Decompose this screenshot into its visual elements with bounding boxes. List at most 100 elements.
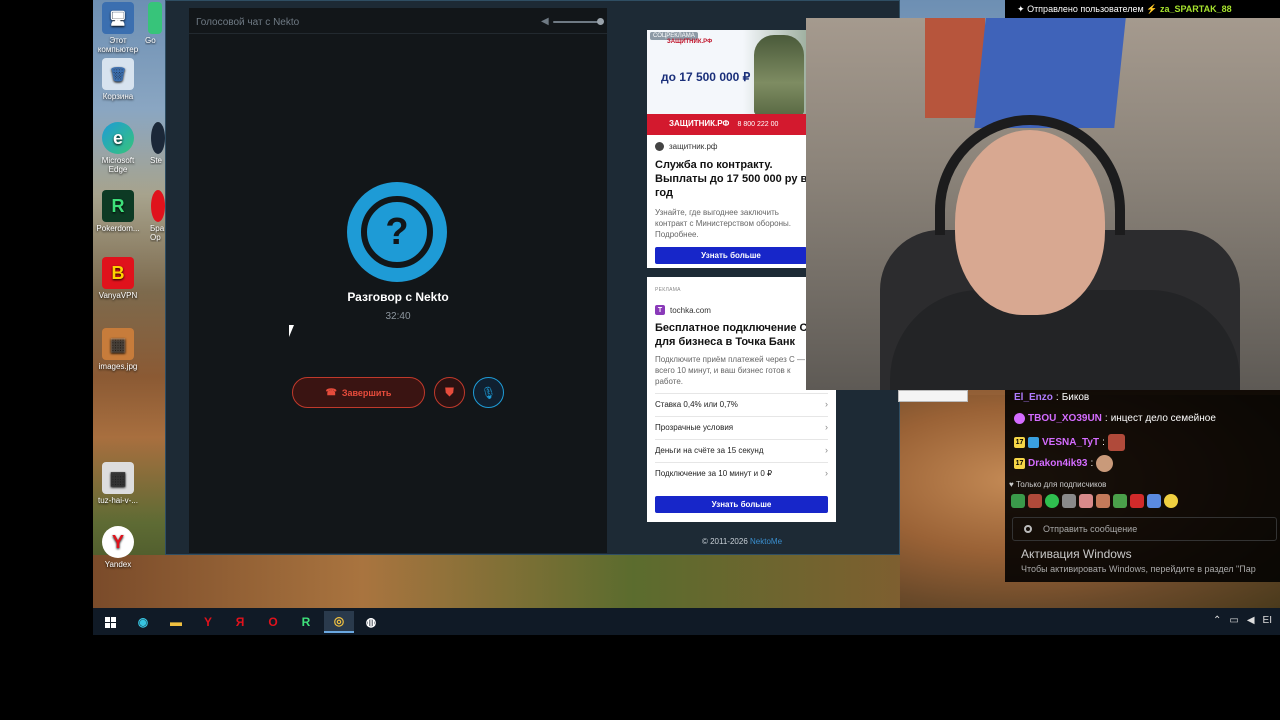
emote-icon[interactable]: [1028, 494, 1042, 508]
desktop-icon-yandex[interactable]: Y Yandex: [92, 526, 144, 569]
chat-message: 17 Drakon4ik93:: [1014, 455, 1114, 472]
chevron-right-icon: ›: [825, 445, 828, 455]
subs-only-notice: ♥ Только для подписчиков: [1009, 480, 1106, 489]
taskbar-yandex-browser[interactable]: Y: [193, 611, 223, 633]
computer-icon: 🖥: [102, 2, 134, 34]
desktop-icon-partial-2[interactable]: Ste: [150, 122, 165, 165]
lightning-icon: ⚡: [1146, 4, 1158, 14]
emote-icon[interactable]: [1130, 494, 1144, 508]
taskbar-explorer[interactable]: ▬: [161, 611, 191, 633]
desktop-icon-label: Бра Op: [150, 224, 165, 242]
ad-domain-text: tochka.com: [670, 305, 711, 315]
phone-hangup-icon: ☎: [325, 387, 337, 397]
volume-slider-handle[interactable]: [597, 18, 604, 25]
chat-input-placeholder: Отправить сообщение: [1043, 524, 1138, 534]
call-timer: 32:40: [385, 311, 411, 322]
ad-row-label: Подключение за 10 минут и 0 ₽: [655, 469, 773, 478]
emote-icon[interactable]: [1079, 494, 1093, 508]
desktop-icon-label: Go: [145, 36, 156, 45]
ad-learn-more-button[interactable]: Узнать больше: [655, 496, 828, 513]
desktop-icon-label: Microsoft Edge: [101, 156, 135, 174]
emote-icon[interactable]: [1113, 494, 1127, 508]
chat-colon: :: [1104, 413, 1108, 424]
ad-headline[interactable]: Бесплатное подключение С для бизнеса в Т…: [655, 321, 815, 349]
windows-activation-title: Активация Windows: [1021, 547, 1132, 561]
desktop-icon-partial-1[interactable]: Go: [145, 2, 165, 45]
chat-username[interactable]: TBOU_XO39UN: [1028, 413, 1102, 424]
chat-username[interactable]: Drakon4ik93: [1028, 458, 1087, 469]
conversation-title: Разговор с Nekto: [347, 290, 449, 304]
emote-icon[interactable]: [1164, 494, 1178, 508]
volume-icon[interactable]: ◀: [541, 16, 549, 27]
emote-picker: [1011, 494, 1178, 508]
start-button[interactable]: [95, 611, 125, 633]
ad-contract-service[interactable]: СОЦРЕКЛАМА ЗАЩИТНИК.РФ до 17 500 000 ₽ З…: [647, 30, 807, 268]
windows-logo-icon: [104, 616, 116, 628]
soldier-image: [754, 35, 804, 115]
volume-slider[interactable]: [553, 21, 601, 23]
desktop-icon-edge[interactable]: e Microsoft Edge: [92, 122, 144, 174]
emote-icon[interactable]: [1096, 494, 1110, 508]
opera-icon: [150, 190, 165, 222]
ad-logo: ЗАЩИТНИК.РФ: [667, 39, 713, 45]
desktop-icon-pokerdom[interactable]: R Pokerdom...: [92, 190, 144, 233]
edge-icon: ◉: [137, 615, 149, 629]
taskbar-opera[interactable]: O: [258, 611, 288, 633]
volume-icon[interactable]: ◀: [1247, 615, 1255, 626]
microphone-icon: 🎙: [480, 385, 497, 400]
desktop-icon-this-pc[interactable]: 🖥 Этот компьютер: [92, 2, 144, 54]
windows-activation-subtitle: Чтобы активировать Windows, перейдите в …: [1021, 564, 1256, 574]
sub-months-badge-icon: 17: [1014, 437, 1025, 448]
screen: 🖥 Этот компьютер 🗑 Корзина e Microsoft E…: [0, 0, 1280, 720]
edge-icon: e: [102, 122, 134, 154]
partner-avatar: ?: [347, 182, 447, 282]
ad-row[interactable]: Деньги на счёте за 15 секунд ›: [655, 439, 828, 461]
chat-input-icon: [1024, 525, 1032, 533]
report-button[interactable]: ⛊: [434, 377, 465, 408]
ad-row[interactable]: Подключение за 10 минут и 0 ₽ ›: [655, 462, 828, 484]
taskbar-chrome[interactable]: ◎: [324, 611, 354, 633]
ad-domain[interactable]: T tochka.com: [655, 305, 711, 315]
emote-icon[interactable]: [1147, 494, 1161, 508]
emote-icon[interactable]: [1011, 494, 1025, 508]
chrome-icon: ◎: [333, 614, 345, 628]
ad-banner-image: СОЦРЕКЛАМА ЗАЩИТНИК.РФ до 17 500 000 ₽ З…: [647, 30, 807, 135]
chat-username[interactable]: VESNA_TyT: [1042, 437, 1099, 448]
end-call-button[interactable]: ☎ Завершить: [292, 377, 425, 408]
chat-username[interactable]: El_Enzo: [1014, 392, 1053, 403]
ad-headline[interactable]: Служба по контракту. Выплаты до 17 500 0…: [655, 158, 807, 200]
emote-icon: [1096, 455, 1114, 472]
network-icon[interactable]: ▭: [1229, 615, 1238, 626]
desktop-icon-vanyavpn[interactable]: B VanyaVPN: [92, 257, 144, 300]
alert-user: za_SPARTAK_88: [1159, 4, 1232, 14]
emote-icon[interactable]: [1045, 494, 1059, 508]
language-indicator[interactable]: EI: [1263, 615, 1272, 626]
chat-message-input[interactable]: Отправить сообщение: [1012, 517, 1277, 541]
chevron-up-icon[interactable]: ⌃: [1213, 615, 1221, 626]
emote-icon[interactable]: [1062, 494, 1076, 508]
copyright-link[interactable]: NektoMe: [750, 537, 782, 546]
obs-icon: ◍: [365, 615, 377, 629]
taskbar-edge[interactable]: ◉: [128, 611, 158, 633]
desktop-icon-partial-3[interactable]: Бра Op: [150, 190, 165, 242]
chat-colon: :: [1102, 437, 1105, 448]
ad-body: Узнайте, где выгоднее заключить контракт…: [655, 208, 791, 239]
copyright: © 2011-2026 NektoMe: [647, 537, 837, 546]
desktop-icon-recycle-bin[interactable]: 🗑 Корзина: [92, 58, 144, 101]
desktop-icon-images-jpg[interactable]: ▦ images.jpg: [92, 328, 144, 371]
ad-row[interactable]: Прозрачные условия ›: [655, 416, 828, 438]
taskbar-pokerdom[interactable]: R: [291, 611, 321, 633]
taskbar-obs[interactable]: ◍: [356, 611, 386, 633]
desktop-icon-label: Yandex: [104, 560, 132, 569]
chat-colon: :: [1090, 458, 1094, 469]
taskbar-yandex[interactable]: Я: [225, 611, 255, 633]
ad-domain[interactable]: защитник.рф: [655, 142, 717, 151]
desktop-icon-tuz-hai[interactable]: ▦ tuz-hai-v-...: [92, 462, 144, 505]
ad-learn-more-button[interactable]: Узнать больше: [655, 247, 807, 264]
chevron-right-icon: ›: [825, 399, 828, 409]
chat-text: инцест дело семейное: [1110, 413, 1216, 424]
microphone-button[interactable]: 🎙: [473, 377, 504, 408]
yandex-browser-icon: Y: [203, 615, 212, 629]
ad-row[interactable]: Ставка 0,4% или 0,7% ›: [655, 393, 828, 415]
shield-icon: ⛊: [444, 385, 454, 399]
